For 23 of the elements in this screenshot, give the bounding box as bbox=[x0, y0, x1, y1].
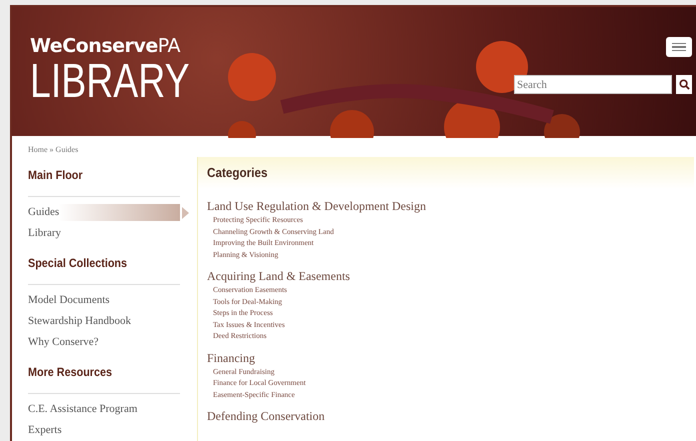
section-heading: More Resources bbox=[28, 364, 114, 381]
breadcrumb: Home » Guides bbox=[28, 144, 80, 156]
menu-button[interactable] bbox=[666, 37, 692, 57]
sidebar-link[interactable]: Experts bbox=[28, 422, 62, 439]
sidebar-link[interactable]: Model Documents bbox=[28, 292, 110, 309]
category-link[interactable]: Financing bbox=[207, 350, 685, 366]
triangle-icon bbox=[182, 206, 189, 218]
sidebar-link[interactable]: Why Conserve? bbox=[28, 334, 99, 351]
search-field[interactable]: Search bbox=[514, 75, 672, 94]
sidebar-link[interactable]: Guides bbox=[28, 204, 180, 221]
search-icon bbox=[678, 79, 690, 90]
section-heading: Special Collections bbox=[28, 255, 128, 272]
category-link[interactable]: Land Use Regulation & Development Design bbox=[207, 199, 685, 214]
category-link[interactable]: Defending Conservation bbox=[207, 409, 685, 424]
panel-title: Categories bbox=[207, 164, 268, 182]
sidebar-link[interactable]: Stewardship Handbook bbox=[28, 313, 131, 330]
category-link[interactable]: Acquiring Land & Easements bbox=[207, 269, 685, 284]
sidebar-link[interactable]: C.E. Assistance Program bbox=[28, 401, 138, 418]
section-heading: Main Floor bbox=[28, 167, 84, 184]
logo-wordmark: WeConservePA bbox=[30, 37, 182, 56]
search-button[interactable] bbox=[676, 75, 692, 94]
sidebar-link[interactable]: Library bbox=[28, 225, 61, 242]
logo-title: LIBRARY bbox=[30, 58, 190, 106]
